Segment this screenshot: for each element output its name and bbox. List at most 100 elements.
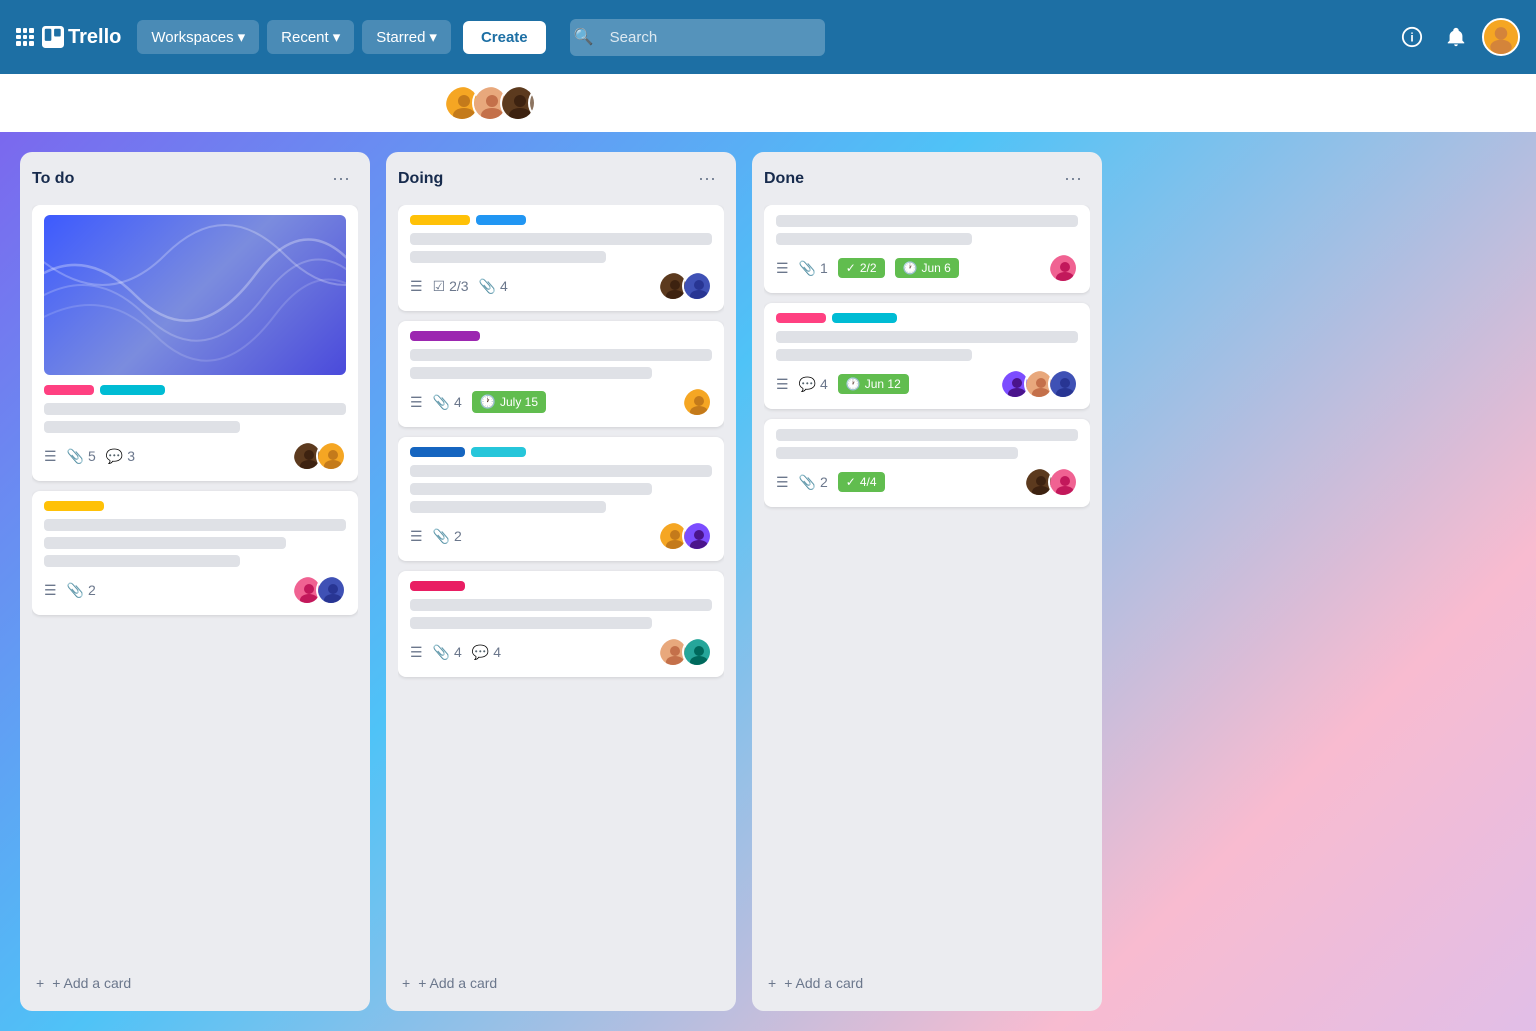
add-card-label: + Add a card xyxy=(784,975,863,991)
card-member-avatar[interactable] xyxy=(682,271,712,301)
clock-icon: 🕐 xyxy=(903,261,918,275)
board-view-label: Board xyxy=(96,95,133,111)
grid-icon xyxy=(16,28,34,46)
column-todo-menu-button[interactable]: ··· xyxy=(324,164,358,193)
add-icon: + xyxy=(36,975,44,991)
label-pink xyxy=(776,313,826,323)
board-more-button[interactable]: ··· xyxy=(1496,91,1516,114)
card-footer: ☰ 📎 4 🕐 July 15 xyxy=(410,387,712,417)
card-text-line xyxy=(410,367,652,379)
done-card-1[interactable]: ☰ 📎 1 ✓ 2/2 🕐 Jun 6 xyxy=(764,205,1090,293)
todo-card-2[interactable]: ☰ 📎 2 xyxy=(32,491,358,615)
info-button[interactable]: i xyxy=(1394,19,1430,55)
starred-button[interactable]: Starred ▾ xyxy=(362,20,451,54)
member-count-badge[interactable]: +3 xyxy=(528,85,564,121)
card-labels xyxy=(410,581,712,591)
search-input[interactable] xyxy=(570,19,825,56)
notifications-button[interactable] xyxy=(1438,19,1474,55)
workspaces-button[interactable]: Workspaces ▾ xyxy=(137,20,259,54)
sidebar-collapse-button[interactable]: ❮ xyxy=(20,89,48,117)
label-cyan xyxy=(100,385,165,395)
create-button[interactable]: Create xyxy=(463,21,546,54)
card-member-avatar[interactable] xyxy=(316,441,346,471)
column-done-header: Done ··· xyxy=(764,164,1090,193)
add-card-label: + Add a card xyxy=(52,975,131,991)
description-icon: ☰ xyxy=(776,474,789,491)
label-magenta xyxy=(410,581,465,591)
card-footer: ☰ ☑ 2/3 📎 4 xyxy=(410,271,712,301)
avatar-image xyxy=(1484,18,1518,56)
card-text-line xyxy=(410,483,652,495)
done-add-card-button[interactable]: + + Add a card xyxy=(764,967,1090,999)
card-comments: 💬 3 xyxy=(106,448,135,465)
attachment-count: 4 xyxy=(454,394,462,410)
card-checklist: ☑ 2/3 xyxy=(433,278,469,295)
card-member-avatar[interactable] xyxy=(682,521,712,551)
doing-card-4[interactable]: ☰ 📎 4 💬 4 xyxy=(398,571,724,677)
card-member-avatar[interactable] xyxy=(1048,467,1078,497)
description-icon: ☰ xyxy=(410,528,423,545)
description-icon: ☰ xyxy=(410,394,423,411)
chevron-left-icon: ❮ xyxy=(27,93,40,113)
card-description-icon: ☰ xyxy=(410,278,423,295)
label-blue xyxy=(476,215,526,225)
card-attachments: 📎 4 xyxy=(479,278,508,295)
done-card-3[interactable]: ☰ 📎 2 ✓ 4/4 xyxy=(764,419,1090,507)
card-member-avatar[interactable] xyxy=(1048,253,1078,283)
card-text-line xyxy=(410,617,652,629)
card-member-avatar[interactable] xyxy=(1048,369,1078,399)
card-text-line xyxy=(776,331,1078,343)
trello-logo-icon xyxy=(42,26,64,48)
card-text-line xyxy=(776,447,1018,459)
card-text-line xyxy=(410,233,712,245)
card-text-line xyxy=(44,421,240,433)
column-doing-menu-button[interactable]: ··· xyxy=(690,164,724,193)
card-text-line xyxy=(776,429,1078,441)
date-label: Jun 6 xyxy=(922,261,951,275)
checklist-icon: ☑ xyxy=(433,278,446,295)
card-footer: ☰ 📎 1 ✓ 2/2 🕐 Jun 6 xyxy=(776,253,1078,283)
attachment-count: 1 xyxy=(820,260,828,276)
card-member-avatar[interactable] xyxy=(682,637,712,667)
check-icon: ✓ xyxy=(846,475,856,489)
board-view-button[interactable]: Board ▾ xyxy=(60,88,160,117)
column-done-menu-button[interactable]: ··· xyxy=(1056,164,1090,193)
doing-card-3[interactable]: ☰ 📎 2 xyxy=(398,437,724,561)
chevron-down-icon: ▾ xyxy=(238,28,246,46)
column-done: Done ··· ☰ 📎 1 ✓ 2/2 xyxy=(752,152,1102,1011)
doing-card-2[interactable]: ☰ 📎 4 🕐 July 15 xyxy=(398,321,724,427)
doing-add-card-button[interactable]: + + Add a card xyxy=(398,967,724,999)
todo-card-1[interactable]: ☰ 📎 5 💬 3 xyxy=(32,205,358,481)
doing-card-1[interactable]: ☰ ☑ 2/3 📎 4 xyxy=(398,205,724,311)
attachment-count: 2 xyxy=(820,474,828,490)
logo[interactable]: Trello xyxy=(16,26,121,49)
user-avatar[interactable] xyxy=(1482,18,1520,56)
star-button[interactable]: ☆ xyxy=(307,90,325,115)
card-labels xyxy=(410,447,712,457)
card-member-avatar[interactable] xyxy=(316,575,346,605)
card-members xyxy=(292,441,346,471)
card-text-line xyxy=(410,349,712,361)
column-done-title: Done xyxy=(764,170,804,188)
card-description-icon: ☰ xyxy=(44,582,57,599)
todo-add-card-button[interactable]: + + Add a card xyxy=(32,967,358,999)
workspace-button[interactable]: Acme, Inc. xyxy=(337,89,431,117)
chevron-down-icon: ▾ xyxy=(139,94,146,111)
chevron-down-icon: ▾ xyxy=(333,28,341,46)
card-description-icon: ☰ xyxy=(410,644,423,661)
invite-button[interactable]: Invite xyxy=(576,89,641,117)
column-todo-header: To do ··· xyxy=(32,164,358,193)
column-todo-title: To do xyxy=(32,170,74,188)
attachment-icon: 📎 xyxy=(67,448,84,465)
attachment-count: 2 xyxy=(454,528,462,544)
card-footer: ☰ 📎 2 xyxy=(410,521,712,551)
card-member-avatar[interactable] xyxy=(682,387,712,417)
recent-button[interactable]: Recent ▾ xyxy=(267,20,354,54)
column-doing-title: Doing xyxy=(398,170,443,188)
card-text-line xyxy=(44,537,286,549)
clock-icon: 🕐 xyxy=(480,394,496,410)
label-teal xyxy=(471,447,526,457)
done-card-2[interactable]: ☰ 💬 4 🕐 Jun 12 xyxy=(764,303,1090,409)
date-label: July 15 xyxy=(500,395,538,409)
comment-icon: 💬 xyxy=(106,448,123,465)
